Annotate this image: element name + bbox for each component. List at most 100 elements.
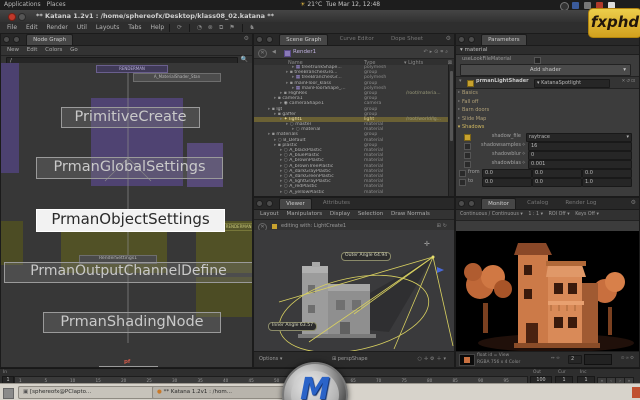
- shader-row-icons[interactable]: ✕↺⊡: [621, 77, 636, 86]
- ng-menu-go[interactable]: Go: [70, 46, 78, 55]
- node-graph-canvas[interactable]: RENDERMAN A_MaterialShader_Stan RENDERIN…: [1, 63, 252, 367]
- overlay-node-prmanobjectsettings[interactable]: PrmanObjectSettings: [36, 209, 225, 232]
- panel-dot-icon[interactable]: [13, 36, 20, 43]
- swatch-box[interactable]: [584, 354, 612, 365]
- ng-menu-edit[interactable]: Edit: [27, 46, 38, 55]
- tray-display-icon[interactable]: [572, 2, 579, 9]
- panel-dot-icon[interactable]: [266, 200, 273, 207]
- viewer-canvas[interactable]: ✛ Outer Angle 64.94 Inner Angle 63.57: [254, 230, 454, 352]
- viewer-options-dropdown[interactable]: Options ▾: [259, 352, 282, 367]
- buffer-thumbnail[interactable]: [459, 354, 475, 366]
- panel-dot-icon[interactable]: [458, 36, 465, 43]
- tab-attributes[interactable]: Attributes: [317, 198, 356, 208]
- anim-toggle[interactable]: [464, 161, 471, 168]
- tab-scene-graph[interactable]: Scene Graph: [279, 34, 328, 45]
- scrollbar-thumb[interactable]: [450, 71, 453, 141]
- scene-graph-row[interactable]: ▸ ○ A_yellowPlasticmaterial: [254, 190, 449, 195]
- panel-dot-icon[interactable]: [256, 200, 263, 207]
- ng-menu-new[interactable]: New: [7, 46, 19, 55]
- scene-graph-scrollbar[interactable]: [448, 65, 454, 196]
- vw-menu-display[interactable]: Display: [330, 210, 350, 219]
- panel-gear-icon[interactable]: ⚙: [446, 35, 451, 42]
- help-toolbar-icon[interactable]: ♞: [247, 22, 256, 33]
- group-barndoors[interactable]: ‣Barn doors: [456, 106, 639, 115]
- menu-util[interactable]: Util: [77, 22, 87, 33]
- taskbar-corner[interactable]: [632, 387, 640, 398]
- overlay-node-prune[interactable]: Prune: [99, 366, 158, 367]
- menu-layouts[interactable]: Layouts: [96, 22, 120, 33]
- ng-menu-colors[interactable]: Colors: [45, 46, 62, 55]
- tab-parameters[interactable]: Parameters: [481, 34, 526, 45]
- snapshot-icon[interactable]: ⧉: [217, 22, 226, 33]
- material-section-header[interactable]: ▾ material: [456, 46, 639, 55]
- roi-dropdown[interactable]: ROI Off ▾: [549, 212, 570, 217]
- os-menu-places[interactable]: Places: [47, 0, 66, 10]
- overlay-node-prmanoutputchanneldefine[interactable]: PrmanOutputChannelDefine: [4, 262, 252, 283]
- uselookfile-checkbox[interactable]: [534, 57, 541, 64]
- tab-monitor[interactable]: Monitor: [481, 198, 516, 209]
- overlay-node-prmanshadingnode[interactable]: PrmanShadingNode: [43, 312, 221, 333]
- taskbar-item-terminal[interactable]: ▣ [sphereofx@PClapto...: [18, 386, 156, 399]
- viewer-camera-dropdown[interactable]: ⊞ perspShape: [332, 352, 368, 367]
- menu-file[interactable]: File: [7, 22, 17, 33]
- panel-dot-icon[interactable]: [256, 36, 263, 43]
- group-shadows[interactable]: ▾Shadows: [456, 123, 639, 132]
- scene-graph-toolbar-icons[interactable]: ↶▸⊙⌗⌕: [423, 46, 450, 58]
- add-shader-button[interactable]: Add shader▾: [460, 64, 631, 76]
- expander-icon[interactable]: ▾: [459, 77, 462, 86]
- menu-help[interactable]: Help: [150, 22, 164, 33]
- tab-node-graph[interactable]: Node Graph: [26, 34, 73, 45]
- group-basics[interactable]: ‣Basics: [456, 89, 639, 98]
- render-node-name[interactable]: Render1: [293, 46, 316, 58]
- panel-dot-icon[interactable]: [3, 36, 10, 43]
- flag-icon[interactable]: ⚑: [228, 22, 237, 33]
- keys-dropdown[interactable]: Keys Off ▾: [575, 212, 599, 217]
- shader-type-dropdown[interactable]: ▾ KatanaSpotlight: [534, 79, 610, 88]
- viewer-bottom-icons[interactable]: ○✛⚙＋▾: [417, 352, 448, 367]
- back-arrow-icon[interactable]: ◀: [272, 46, 276, 58]
- panel-dot-icon[interactable]: [468, 36, 475, 43]
- render-toolbar-icon[interactable]: ◔: [195, 22, 204, 33]
- tab-curve-editor[interactable]: Curve Editor: [334, 34, 380, 44]
- lock-icon[interactable]: ⊗: [206, 22, 215, 33]
- taskbar-item-katana[interactable]: ● ** Katana 1.2v1 : /hom...: [152, 386, 290, 399]
- group-slidemap[interactable]: ‣Slide Map: [456, 115, 639, 124]
- panel-gear-icon[interactable]: ⚙: [244, 35, 249, 42]
- search-icon[interactable]: 🔍: [241, 56, 248, 63]
- panel-dot-icon[interactable]: [458, 200, 465, 207]
- menu-tabs[interactable]: Tabs: [128, 22, 141, 33]
- overlay-node-prmanglobalsettings[interactable]: PrmanGlobalSettings: [36, 157, 223, 179]
- buffer-count-field[interactable]: 2: [568, 355, 582, 364]
- to-field-0[interactable]: 0.0: [482, 178, 532, 187]
- anim-toggle[interactable]: [459, 170, 466, 177]
- tab-catalog[interactable]: Catalog: [521, 198, 554, 208]
- sync-icon[interactable]: ⟳: [175, 22, 184, 33]
- group-falloff[interactable]: ‣Fall off: [456, 98, 639, 107]
- os-clock[interactable]: ☀ 21°C Tue Mar 12, 12:48: [300, 0, 380, 10]
- monitor-render-view[interactable]: [456, 231, 639, 352]
- tab-dope-sheet[interactable]: Dope Sheet: [385, 34, 429, 44]
- vw-menu-selection[interactable]: Selection: [358, 210, 383, 219]
- bg-node[interactable]: A_MaterialShader_Stan: [133, 73, 221, 82]
- to-field-1[interactable]: 0.0: [532, 178, 582, 187]
- panel-dot-icon[interactable]: [468, 200, 475, 207]
- to-field-2[interactable]: 1.0: [582, 178, 632, 187]
- anim-toggle[interactable]: [459, 179, 466, 186]
- tab-viewer[interactable]: Viewer: [279, 198, 312, 209]
- panel-gear-icon[interactable]: ⚙: [631, 199, 636, 206]
- panel-dot-icon[interactable]: [266, 36, 273, 43]
- infinity-icon[interactable]: ↔ ∞: [551, 356, 560, 361]
- zoom-dropdown[interactable]: 1 : 1 ▾: [528, 212, 543, 217]
- mode-dropdown[interactable]: Continuous / Continuous ▾: [460, 212, 523, 217]
- menu-edit[interactable]: Edit: [26, 22, 38, 33]
- menu-render[interactable]: Render: [47, 22, 68, 33]
- clear-icon[interactable]: ✕: [258, 49, 267, 58]
- vw-menu-drawnormals[interactable]: Draw Normals: [391, 210, 430, 219]
- close-button[interactable]: [8, 13, 16, 21]
- show-desktop-icon[interactable]: [3, 388, 14, 399]
- minimize-button[interactable]: [18, 13, 26, 21]
- anim-toggle[interactable]: [464, 143, 471, 150]
- os-menu-applications[interactable]: Applications: [4, 0, 41, 10]
- bg-node[interactable]: RENDERMAN: [96, 65, 168, 73]
- footer-icons[interactable]: ⊙∞⚙: [621, 356, 635, 361]
